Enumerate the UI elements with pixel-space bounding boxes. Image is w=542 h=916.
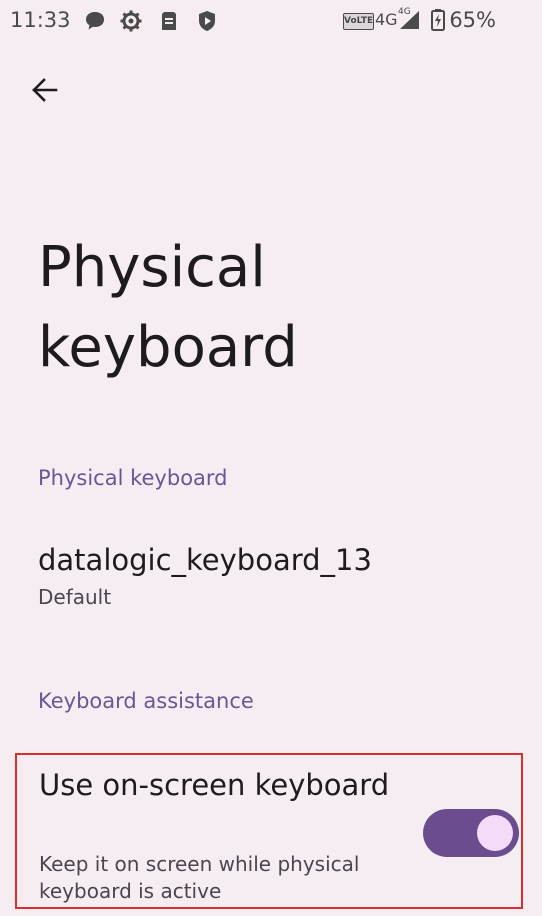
use-onscreen-keyboard-title: Use on-screen keyboard xyxy=(39,768,390,802)
arrow-back-icon xyxy=(32,78,58,102)
play-shield-icon xyxy=(199,11,215,31)
battery-charging-icon xyxy=(431,9,445,31)
switch-knob xyxy=(477,815,513,851)
message-icon xyxy=(86,12,104,30)
back-button[interactable] xyxy=(24,70,64,110)
battery-percent: 65% xyxy=(449,8,496,32)
network-type: 4G xyxy=(375,10,398,29)
status-bar: 11:33 VoLTE 4G 4G 65% xyxy=(0,0,542,42)
page-title: Physical keyboard xyxy=(38,235,298,380)
storage-card-icon xyxy=(162,12,176,30)
physical-keyboard-item[interactable]: datalogic_keyboard_13 Default xyxy=(38,538,518,618)
status-time: 11:33 xyxy=(10,8,71,32)
section-header-physical-keyboard: Physical keyboard xyxy=(38,466,228,490)
keyboard-name: datalogic_keyboard_13 xyxy=(38,543,372,577)
settings-gear-icon xyxy=(120,10,142,32)
use-onscreen-keyboard-switch[interactable] xyxy=(423,809,519,857)
section-header-keyboard-assistance: Keyboard assistance xyxy=(38,689,254,713)
use-onscreen-keyboard-row[interactable]: Use on-screen keyboard Keep it on screen… xyxy=(15,753,523,909)
use-onscreen-keyboard-summary: Keep it on screen while physical keyboar… xyxy=(39,852,360,903)
signal-icon xyxy=(400,11,419,29)
volte-badge: VoLTE xyxy=(343,13,374,30)
keyboard-layout: Default xyxy=(38,585,112,609)
